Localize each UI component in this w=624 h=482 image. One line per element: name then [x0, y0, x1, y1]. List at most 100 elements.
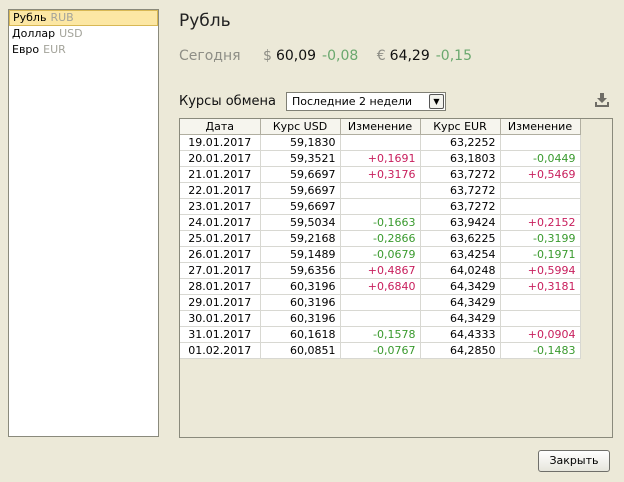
- cell-usd-change: [340, 294, 421, 311]
- column-header-eur-rate[interactable]: Курс EUR: [420, 119, 501, 135]
- cell-eur-change: +0,3181: [500, 278, 581, 295]
- cell-usd-rate: 59,6697: [260, 182, 341, 199]
- currency-name: Евро: [12, 43, 40, 56]
- column-header-date[interactable]: Дата: [180, 119, 261, 135]
- cell-usd-rate: 59,6356: [260, 262, 341, 279]
- table-row[interactable]: 19.01.2017 59,1830 63,2252: [180, 134, 581, 151]
- cell-usd-rate: 60,3196: [260, 310, 341, 327]
- cell-usd-rate: 59,6697: [260, 166, 341, 183]
- eur-today-change: -0,15: [435, 48, 472, 64]
- page-title: Рубль: [179, 11, 231, 31]
- cell-usd-rate: 59,2168: [260, 230, 341, 247]
- cell-eur-change: [500, 134, 581, 151]
- table-row[interactable]: 20.01.2017 59,3521 +0,1691 63,1803 -0,0449: [180, 150, 581, 167]
- cell-eur-change: [500, 198, 581, 215]
- period-select[interactable]: Последние 2 недели ▼: [286, 92, 446, 111]
- euro-symbol: €: [376, 48, 386, 64]
- cell-eur-change: -0,1971: [500, 246, 581, 263]
- cell-eur-change: +0,5469: [500, 166, 581, 183]
- cell-usd-change: -0,1578: [340, 326, 421, 343]
- table-row[interactable]: 21.01.2017 59,6697 +0,3176 63,7272 +0,5469: [180, 166, 581, 183]
- cell-eur-rate: 64,3429: [420, 294, 501, 311]
- currency-code: EUR: [43, 43, 66, 56]
- cell-usd-change: [340, 198, 421, 215]
- currency-code: USD: [59, 27, 83, 40]
- table-header-row: Дата Курс USD Изменение Курс EUR Изменен…: [180, 119, 581, 135]
- table-row[interactable]: 24.01.2017 59,5034 -0,1663 63,9424 +0,2152: [180, 214, 581, 231]
- cell-eur-rate: 64,3429: [420, 310, 501, 327]
- cell-date: 20.01.2017: [180, 150, 261, 167]
- cell-date: 21.01.2017: [180, 166, 261, 183]
- table-row[interactable]: 30.01.2017 60,3196 64,3429: [180, 310, 581, 327]
- cell-usd-change: +0,4867: [340, 262, 421, 279]
- cell-usd-change: +0,3176: [340, 166, 421, 183]
- cell-usd-rate: 60,3196: [260, 294, 341, 311]
- table-row[interactable]: 25.01.2017 59,2168 -0,2866 63,6225 -0,3199: [180, 230, 581, 247]
- cell-usd-change: +0,1691: [340, 150, 421, 167]
- today-rates: Сегодня $60,09 -0,08 €64,29 -0,15: [179, 48, 472, 64]
- rates-table-panel[interactable]: Дата Курс USD Изменение Курс EUR Изменен…: [179, 118, 613, 438]
- cell-eur-rate: 63,6225: [420, 230, 501, 247]
- download-icon[interactable]: [594, 92, 610, 108]
- table-row[interactable]: 23.01.2017 59,6697 63,7272: [180, 198, 581, 215]
- cell-date: 24.01.2017: [180, 214, 261, 231]
- cell-usd-change: -0,0679: [340, 246, 421, 263]
- cell-eur-rate: 63,9424: [420, 214, 501, 231]
- table-row[interactable]: 28.01.2017 60,3196 +0,6840 64,3429 +0,3181: [180, 278, 581, 295]
- currency-name: Доллар: [12, 27, 56, 40]
- table-row[interactable]: 22.01.2017 59,6697 63,7272: [180, 182, 581, 199]
- cell-eur-change: -0,1483: [500, 342, 581, 359]
- cell-eur-rate: 63,1803: [420, 150, 501, 167]
- table-row[interactable]: 01.02.2017 60,0851 -0,0767 64,2850 -0,1483: [180, 342, 581, 359]
- cell-usd-rate: 60,1618: [260, 326, 341, 343]
- cell-eur-rate: 63,7272: [420, 198, 501, 215]
- currency-item-usd[interactable]: Доллар USD: [9, 26, 158, 42]
- column-header-eur-change[interactable]: Изменение: [500, 119, 581, 135]
- dollar-symbol: $: [263, 48, 272, 64]
- cell-date: 31.01.2017: [180, 326, 261, 343]
- cell-usd-change: -0,1663: [340, 214, 421, 231]
- cell-eur-rate: 63,2252: [420, 134, 501, 151]
- cell-usd-change: -0,0767: [340, 342, 421, 359]
- usd-today-rate: 60,09: [275, 48, 317, 64]
- cell-usd-rate: 59,1830: [260, 134, 341, 151]
- cell-usd-rate: 59,6697: [260, 198, 341, 215]
- cell-usd-change: [340, 134, 421, 151]
- cell-date: 26.01.2017: [180, 246, 261, 263]
- cell-eur-rate: 63,4254: [420, 246, 501, 263]
- cell-eur-change: +0,0904: [500, 326, 581, 343]
- cell-eur-rate: 64,4333: [420, 326, 501, 343]
- currency-item-rub[interactable]: Рубль RUB: [9, 10, 158, 26]
- cell-usd-rate: 59,1489: [260, 246, 341, 263]
- rates-table: Дата Курс USD Изменение Курс EUR Изменен…: [180, 119, 581, 359]
- currency-name: Рубль: [13, 11, 47, 24]
- chevron-down-icon[interactable]: ▼: [429, 94, 444, 109]
- currency-item-eur[interactable]: Евро EUR: [9, 42, 158, 58]
- cell-date: 01.02.2017: [180, 342, 261, 359]
- cell-usd-rate: 59,5034: [260, 214, 341, 231]
- column-header-usd-rate[interactable]: Курс USD: [260, 119, 341, 135]
- today-label: Сегодня: [179, 48, 241, 64]
- cell-usd-change: [340, 182, 421, 199]
- column-header-usd-change[interactable]: Изменение: [340, 119, 421, 135]
- table-row[interactable]: 26.01.2017 59,1489 -0,0679 63,4254 -0,1971: [180, 246, 581, 263]
- period-select-value: Последние 2 недели: [292, 95, 413, 108]
- cell-usd-rate: 59,3521: [260, 150, 341, 167]
- cell-eur-change: [500, 294, 581, 311]
- table-row[interactable]: 31.01.2017 60,1618 -0,1578 64,4333 +0,0904: [180, 326, 581, 343]
- cell-eur-rate: 64,2850: [420, 342, 501, 359]
- table-row[interactable]: 27.01.2017 59,6356 +0,4867 64,0248 +0,5994: [180, 262, 581, 279]
- cell-eur-change: -0,0449: [500, 150, 581, 167]
- currency-list[interactable]: Рубль RUB Доллар USD Евро EUR: [8, 9, 159, 437]
- table-row[interactable]: 29.01.2017 60,3196 64,3429: [180, 294, 581, 311]
- cell-eur-change: +0,2152: [500, 214, 581, 231]
- cell-date: 29.01.2017: [180, 294, 261, 311]
- cell-usd-change: -0,2866: [340, 230, 421, 247]
- cell-date: 30.01.2017: [180, 310, 261, 327]
- cell-eur-rate: 63,7272: [420, 182, 501, 199]
- close-button[interactable]: Закрыть: [538, 450, 610, 472]
- cell-usd-rate: 60,3196: [260, 278, 341, 295]
- cell-date: 25.01.2017: [180, 230, 261, 247]
- cell-eur-rate: 63,7272: [420, 166, 501, 183]
- cell-eur-change: [500, 310, 581, 327]
